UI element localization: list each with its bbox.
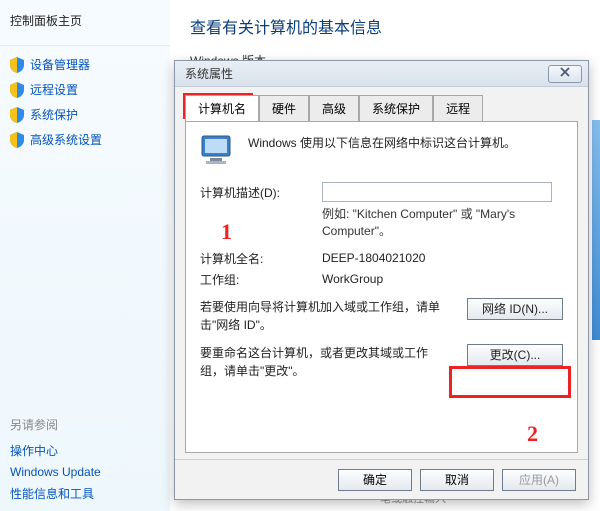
rename-text: 要重命名这台计算机，或者更改其域或工作组，请单击"更改"。 <box>200 344 440 380</box>
computer-icon <box>200 134 238 168</box>
see-also-section: 另请参阅 操作中心 Windows Update 性能信息和工具 <box>0 416 170 505</box>
dialog-title: 系统属性 <box>185 65 233 82</box>
ok-button[interactable]: 确定 <box>338 469 412 491</box>
control-panel-sidebar: 控制面板主页 设备管理器 远程设置 系统保护 高级系统设置 另请参阅 操作中心 … <box>0 0 170 511</box>
dialog-button-row: 确定 取消 应用(A) <box>175 459 588 499</box>
workgroup-row: 工作组: WorkGroup <box>200 271 563 288</box>
shield-icon <box>10 57 24 73</box>
nav-label: 高级系统设置 <box>30 131 102 148</box>
sidebar-item-system-protection[interactable]: 系统保护 <box>0 102 170 127</box>
tab-computer-name[interactable]: 计算机名 <box>185 95 259 121</box>
computer-description-input[interactable] <box>322 182 552 202</box>
tab-advanced[interactable]: 高级 <box>309 95 359 121</box>
partial-logo-edge <box>592 120 600 340</box>
fullname-value: DEEP-1804021020 <box>322 251 563 265</box>
close-icon <box>559 66 571 81</box>
nav-label: 设备管理器 <box>30 56 90 73</box>
see-also-action-center[interactable]: 操作中心 <box>10 439 160 462</box>
cancel-button[interactable]: 取消 <box>420 469 494 491</box>
dialog-titlebar: 系统属性 <box>175 61 588 87</box>
nav-label: 远程设置 <box>30 81 78 98</box>
join-domain-row: 若要使用向导将计算机加入域或工作组，请单击"网络 ID"。 网络 ID(N)..… <box>200 298 563 334</box>
desc-label: 计算机描述(D): <box>200 184 310 201</box>
see-also-header: 另请参阅 <box>10 416 160 433</box>
join-domain-text: 若要使用向导将计算机加入域或工作组，请单击"网络 ID"。 <box>200 298 440 334</box>
nav-label: 系统保护 <box>30 106 78 123</box>
annotation-number-1: 1 <box>221 219 232 245</box>
shield-icon <box>10 107 24 123</box>
see-also-windows-update[interactable]: Windows Update <box>10 462 160 482</box>
desc-example: 例如: "Kitchen Computer" 或 "Mary's Compute… <box>322 206 563 240</box>
page-title: 查看有关计算机的基本信息 <box>190 14 580 38</box>
see-also-performance-info[interactable]: 性能信息和工具 <box>10 482 160 505</box>
fullname-label: 计算机全名: <box>200 250 310 267</box>
tab-panel-computer-name: Windows 使用以下信息在网络中标识这台计算机。 计算机描述(D): 例如:… <box>185 121 578 453</box>
annotation-number-2: 2 <box>527 421 538 447</box>
control-panel-home-link[interactable]: 控制面板主页 <box>0 8 170 39</box>
close-button[interactable] <box>548 65 582 83</box>
rename-row: 要重命名这台计算机，或者更改其域或工作组，请单击"更改"。 更改(C)... <box>200 344 563 380</box>
fullname-row: 计算机全名: DEEP-1804021020 <box>200 250 563 267</box>
sidebar-item-device-manager[interactable]: 设备管理器 <box>0 52 170 77</box>
intro-text: Windows 使用以下信息在网络中标识这台计算机。 <box>248 134 516 151</box>
shield-icon <box>10 132 24 148</box>
tab-remote[interactable]: 远程 <box>433 95 483 121</box>
apply-button[interactable]: 应用(A) <box>502 469 576 491</box>
network-id-button[interactable]: 网络 ID(N)... <box>467 298 563 320</box>
system-properties-dialog: 系统属性 计算机名 硬件 高级 系统保护 远程 Windows 使用以下信息在网… <box>174 60 589 500</box>
dialog-tabs: 计算机名 硬件 高级 系统保护 远程 <box>175 87 588 121</box>
tab-system-protection[interactable]: 系统保护 <box>359 95 433 121</box>
sidebar-item-remote-settings[interactable]: 远程设置 <box>0 77 170 102</box>
divider <box>0 45 170 46</box>
tab-hardware[interactable]: 硬件 <box>259 95 309 121</box>
shield-icon <box>10 82 24 98</box>
workgroup-label: 工作组: <box>200 271 310 288</box>
intro-row: Windows 使用以下信息在网络中标识这台计算机。 <box>200 134 563 168</box>
workgroup-value: WorkGroup <box>322 272 563 286</box>
change-button[interactable]: 更改(C)... <box>467 344 563 366</box>
sidebar-item-advanced-system-settings[interactable]: 高级系统设置 <box>0 127 170 152</box>
desc-row: 计算机描述(D): <box>200 182 563 202</box>
